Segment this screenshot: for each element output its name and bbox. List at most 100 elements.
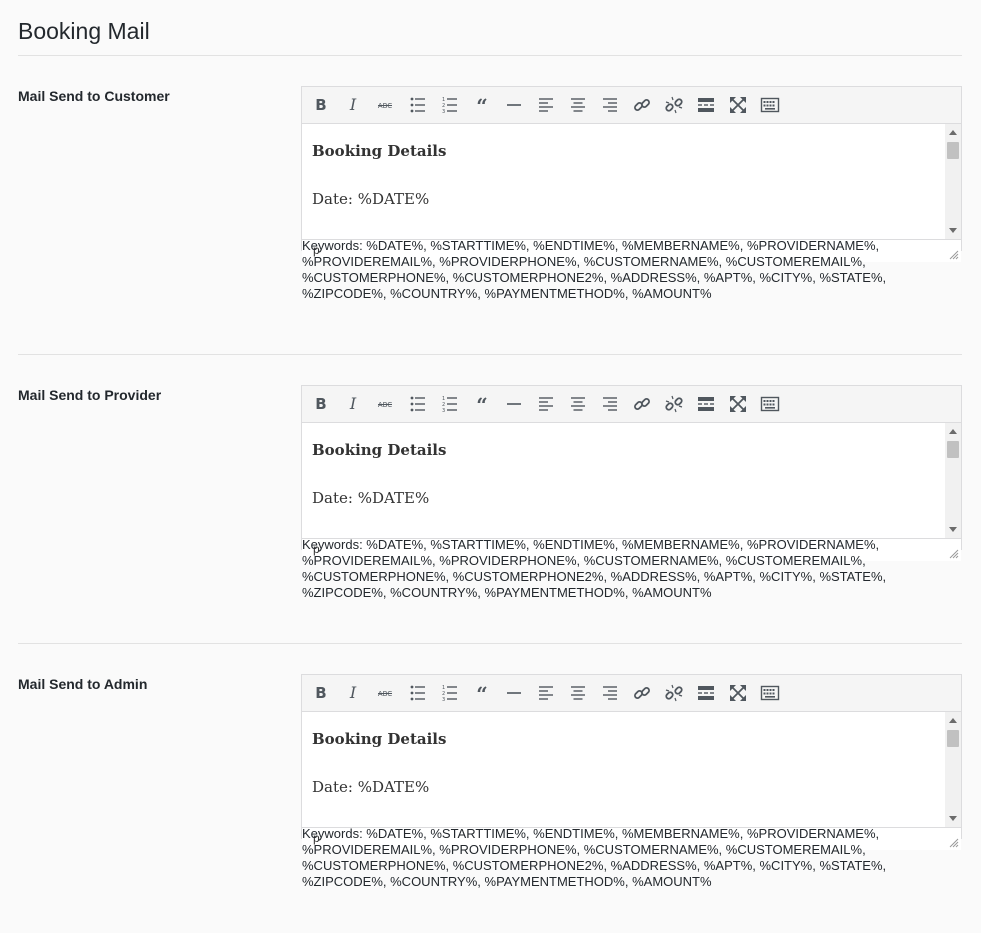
link-button[interactable] <box>628 679 656 707</box>
blockquote-icon: “ <box>476 683 488 703</box>
svg-text:“: “ <box>476 683 488 703</box>
resize-handle-icon[interactable] <box>949 250 959 260</box>
svg-text:I: I <box>349 394 357 413</box>
svg-text:3: 3 <box>442 109 445 115</box>
unlink-button[interactable] <box>660 679 688 707</box>
read-more-icon <box>698 686 714 700</box>
scroll-up-arrow-icon[interactable] <box>949 429 957 434</box>
read-more-icon <box>698 397 714 411</box>
mail-section-3: Mail Send to Admin B I ABC 123 “ Booking Det… <box>0 643 981 932</box>
scroll-down-arrow-icon[interactable] <box>949 527 957 532</box>
scroll-up-arrow-icon[interactable] <box>949 130 957 135</box>
scroll-down-arrow-icon[interactable] <box>949 228 957 233</box>
italic-button[interactable]: I <box>339 390 367 418</box>
svg-text:B: B <box>315 96 326 114</box>
align-center-icon <box>571 98 585 112</box>
align-right-button[interactable] <box>596 91 624 119</box>
field-label: Mail Send to Provider <box>18 387 162 403</box>
bold-button[interactable]: B <box>307 390 335 418</box>
align-left-button[interactable] <box>532 390 560 418</box>
editor-scrollbar[interactable] <box>945 423 961 538</box>
resize-handle-icon[interactable] <box>949 838 959 848</box>
horizontal-line-button[interactable] <box>500 390 528 418</box>
bold-button[interactable]: B <box>307 91 335 119</box>
blockquote-button[interactable]: “ <box>468 91 496 119</box>
align-right-button[interactable] <box>596 679 624 707</box>
read-more-button[interactable] <box>692 91 720 119</box>
svg-text:I: I <box>349 95 357 114</box>
strikethrough-button[interactable]: ABC <box>371 679 399 707</box>
align-center-icon <box>571 397 585 411</box>
blockquote-button[interactable]: “ <box>468 390 496 418</box>
editor-toolbar: B I ABC 123 “ <box>302 675 961 712</box>
page-title: Booking Mail <box>18 18 150 44</box>
italic-icon: I <box>349 95 357 114</box>
scrollbar-thumb[interactable] <box>947 441 959 458</box>
align-center-button[interactable] <box>564 679 592 707</box>
editor-toolbar: B I ABC 123 “ <box>302 87 961 124</box>
unlink-button[interactable] <box>660 91 688 119</box>
numbered-list-icon: 123 <box>442 396 457 414</box>
editor-content[interactable]: Booking Details Date: %DATE% <box>302 124 944 239</box>
link-button[interactable] <box>628 390 656 418</box>
scrollbar-thumb[interactable] <box>947 142 959 159</box>
fullscreen-icon <box>730 685 746 701</box>
italic-button[interactable]: I <box>339 91 367 119</box>
numbered-list-icon: 123 <box>442 97 457 115</box>
keywords-help: Keywords: %DATE%, %STARTTIME%, %ENDTIME%… <box>302 826 887 889</box>
fullscreen-button[interactable] <box>724 91 752 119</box>
align-left-button[interactable] <box>532 679 560 707</box>
bullet-list-button[interactable] <box>404 390 432 418</box>
bold-icon: B <box>315 96 326 114</box>
italic-icon: I <box>349 394 357 413</box>
rich-text-editor: BIABC123“ Booking Details Date: %DATE% p <box>301 86 962 262</box>
fullscreen-button[interactable] <box>724 390 752 418</box>
svg-text:“: “ <box>476 95 488 115</box>
align-center-button[interactable] <box>564 390 592 418</box>
bold-button[interactable]: B <box>307 679 335 707</box>
align-center-icon <box>571 686 585 700</box>
field-label: Mail Send to Admin <box>18 676 148 692</box>
read-more-button[interactable] <box>692 390 720 418</box>
read-more-button[interactable] <box>692 679 720 707</box>
toolbar-toggle-button[interactable] <box>756 91 784 119</box>
blockquote-button[interactable]: “ <box>468 679 496 707</box>
align-right-icon <box>603 686 617 700</box>
align-right-icon <box>603 98 617 112</box>
field-label: Mail Send to Customer <box>18 88 170 104</box>
link-icon <box>634 687 650 699</box>
scroll-down-arrow-icon[interactable] <box>949 816 957 821</box>
mail-section-1: Mail Send to Customer B I ABC 123 “ Booking … <box>0 55 981 344</box>
editor-scrollbar[interactable] <box>945 712 961 827</box>
toolbar-toggle-button[interactable] <box>756 390 784 418</box>
unlink-button[interactable] <box>660 390 688 418</box>
align-left-button[interactable] <box>532 91 560 119</box>
scroll-up-arrow-icon[interactable] <box>949 718 957 723</box>
strikethrough-button[interactable]: ABC <box>371 91 399 119</box>
bullet-list-button[interactable] <box>404 91 432 119</box>
horizontal-line-button[interactable] <box>500 91 528 119</box>
editor-content[interactable]: Booking Details Date: %DATE% <box>302 423 944 538</box>
horizontal-line-button[interactable] <box>500 679 528 707</box>
keywords-help: Keywords: %DATE%, %STARTTIME%, %ENDTIME%… <box>302 537 887 600</box>
editor-toolbar: B I ABC 123 “ <box>302 386 961 423</box>
italic-button[interactable]: I <box>339 679 367 707</box>
svg-text:I: I <box>349 683 357 702</box>
link-button[interactable] <box>628 91 656 119</box>
numbered-list-button[interactable]: 123 <box>436 679 464 707</box>
resize-handle-icon[interactable] <box>949 549 959 559</box>
align-right-button[interactable] <box>596 390 624 418</box>
bullet-list-button[interactable] <box>404 679 432 707</box>
svg-text:3: 3 <box>442 697 445 703</box>
editor-content[interactable]: Booking Details Date: %DATE% <box>302 712 944 827</box>
horizontal-line-icon <box>507 403 521 405</box>
svg-text:3: 3 <box>442 408 445 414</box>
numbered-list-button[interactable]: 123 <box>436 390 464 418</box>
align-center-button[interactable] <box>564 91 592 119</box>
scrollbar-thumb[interactable] <box>947 730 959 747</box>
numbered-list-button[interactable]: 123 <box>436 91 464 119</box>
toolbar-toggle-button[interactable] <box>756 679 784 707</box>
strikethrough-button[interactable]: ABC <box>371 390 399 418</box>
fullscreen-button[interactable] <box>724 679 752 707</box>
editor-scrollbar[interactable] <box>945 124 961 239</box>
